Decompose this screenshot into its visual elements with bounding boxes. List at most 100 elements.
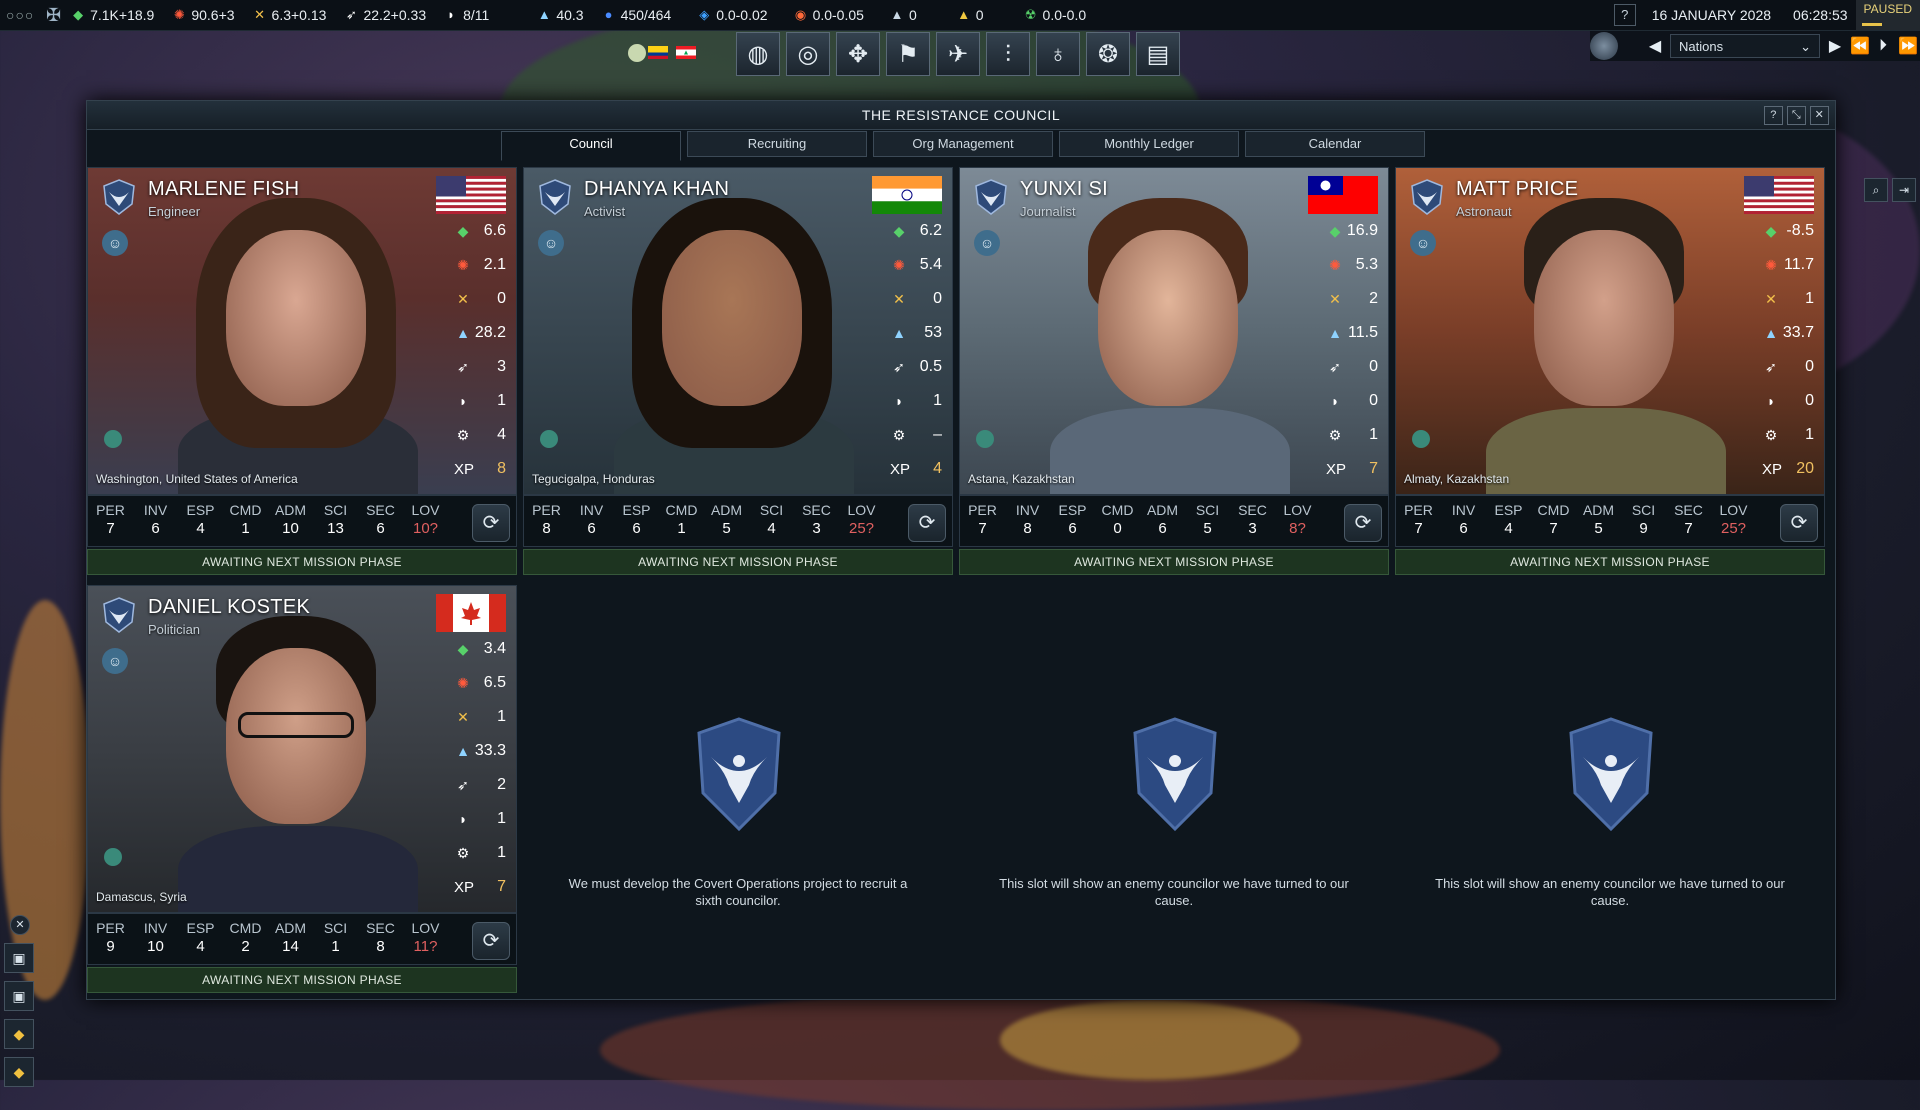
- attribute-adm[interactable]: ADM 10: [268, 496, 313, 546]
- fleet-icon[interactable]: ✈: [936, 32, 980, 76]
- resource-mission-control[interactable]: ◗ 8/11: [444, 7, 489, 23]
- councilor-card[interactable]: MARLENE FISH Engineer ☺ ◆ 6.6 ✺ 2.1 ✕ 0 ▲ 28.2 ➶…: [87, 167, 517, 575]
- councilor-portrait[interactable]: MATT PRICE Astronaut ☺ ◆ -8.5 ✺ 11.7 ✕ 1 ▲ 33.7…: [1395, 167, 1825, 495]
- assign-mission-button[interactable]: ⟳: [908, 504, 946, 542]
- councilor-card[interactable]: DHANYA KHAN Activist ☺ ◆ 6.2 ✺ 5.4 ✕ 0 ▲ 53 ➶ 0.5…: [523, 167, 953, 575]
- councilor-portrait[interactable]: YUNXI SI Journalist ☺ ◆ 16.9 ✺ 5.3 ✕ 2 ▲ 11.5 ➶ 0…: [959, 167, 1389, 495]
- assign-mission-button[interactable]: ⟳: [1344, 504, 1382, 542]
- attribute-sec[interactable]: SEC 7: [1666, 496, 1711, 546]
- close-notification-icon[interactable]: ✕: [10, 915, 30, 935]
- globe-view-icon[interactable]: [1590, 32, 1618, 60]
- attribute-inv[interactable]: INV 6: [1441, 496, 1486, 546]
- tab-calendar[interactable]: Calendar: [1245, 131, 1425, 157]
- attribute-esp[interactable]: ESP 6: [1050, 496, 1095, 546]
- globe-icon[interactable]: ◍: [736, 32, 780, 76]
- attribute-per[interactable]: PER 7: [960, 496, 1005, 546]
- alert-icon[interactable]: ◆: [4, 1057, 34, 1087]
- attribute-sci[interactable]: SCI 13: [313, 496, 358, 546]
- attribute-lov[interactable]: LOV 10?: [403, 496, 448, 546]
- prev-nation-arrow-icon[interactable]: ◀: [1646, 36, 1664, 56]
- attribute-sci[interactable]: SCI 9: [1621, 496, 1666, 546]
- help-button[interactable]: ?: [1613, 4, 1636, 26]
- idea-icon[interactable]: ♁: [1036, 32, 1080, 76]
- attribute-inv[interactable]: INV 8: [1005, 496, 1050, 546]
- councilor-card[interactable]: YUNXI SI Journalist ☺ ◆ 16.9 ✺ 5.3 ✕ 2 ▲ 11.5 ➶ 0…: [959, 167, 1389, 575]
- resource-volatiles[interactable]: ◉ 0.0-0.05: [794, 7, 864, 23]
- resource-fissiles[interactable]: ☢ 0.0-0.0: [1024, 7, 1086, 23]
- assign-mission-button[interactable]: ⟳: [1780, 504, 1818, 542]
- window-close-button[interactable]: ✕: [1810, 106, 1829, 125]
- search-icon[interactable]: ⌕: [1864, 178, 1888, 202]
- attribute-adm[interactable]: ADM 6: [1140, 496, 1185, 546]
- attribute-esp[interactable]: ESP 4: [1486, 496, 1531, 546]
- attribute-per[interactable]: PER 8: [524, 496, 569, 546]
- resource-research[interactable]: ▲ 40.3: [537, 7, 584, 23]
- flag-lebanon-icon[interactable]: [676, 46, 696, 59]
- tab-council[interactable]: Council: [501, 131, 681, 161]
- attribute-cmd[interactable]: CMD 0: [1095, 496, 1140, 546]
- attribute-sec[interactable]: SEC 6: [358, 496, 403, 546]
- councilor-portrait[interactable]: DANIEL KOSTEK Politician ☺ ◆ 3.4 ✺ 6.5 ✕ 1 ▲ 33…: [87, 585, 517, 913]
- councilor-portrait[interactable]: MARLENE FISH Engineer ☺ ◆ 6.6 ✺ 2.1 ✕ 0 ▲ 28.2 ➶…: [87, 167, 517, 495]
- org-slot-icon[interactable]: ☺: [1410, 230, 1436, 256]
- councilor-card[interactable]: MATT PRICE Astronaut ☺ ◆ -8.5 ✺ 11.7 ✕ 1 ▲ 33.7…: [1395, 167, 1825, 575]
- attribute-per[interactable]: PER 7: [88, 496, 133, 546]
- alert-icon[interactable]: ◆: [4, 1019, 34, 1049]
- attribute-sci[interactable]: SCI 4: [749, 496, 794, 546]
- news-icon[interactable]: ▤: [1136, 32, 1180, 76]
- org-slot-icon[interactable]: ☺: [102, 230, 128, 256]
- pause-indicator[interactable]: PAUSED: [1855, 0, 1920, 30]
- resource-ops[interactable]: ✺ 90.6+3: [172, 7, 235, 23]
- resource-influence[interactable]: ◆ 7.1K+18.9: [71, 7, 154, 23]
- attribute-cmd[interactable]: CMD 1: [223, 496, 268, 546]
- attribute-cmd[interactable]: CMD 2: [223, 914, 268, 964]
- attribute-sci[interactable]: SCI 1: [313, 914, 358, 964]
- attribute-adm[interactable]: ADM 5: [1576, 496, 1621, 546]
- attribute-cmd[interactable]: CMD 7: [1531, 496, 1576, 546]
- tab-recruiting[interactable]: Recruiting: [687, 131, 867, 157]
- save-icon[interactable]: ▣: [4, 943, 34, 973]
- nations-dropdown[interactable]: Nations ⌄: [1670, 34, 1820, 58]
- next-nation-arrow-icon[interactable]: ▶: [1826, 36, 1844, 56]
- window-help-button[interactable]: ?: [1764, 106, 1783, 125]
- attribute-per[interactable]: PER 9: [88, 914, 133, 964]
- assign-mission-button[interactable]: ⟳: [472, 922, 510, 960]
- window-minimize-button[interactable]: ⤡: [1787, 106, 1806, 125]
- resource-metals[interactable]: ▲ 0: [890, 7, 917, 23]
- attribute-adm[interactable]: ADM 14: [268, 914, 313, 964]
- flag-colombia-icon[interactable]: [648, 46, 668, 59]
- resource-rocket[interactable]: ➶ 22.2+0.33: [344, 7, 426, 23]
- research-tree-icon[interactable]: ⫶: [986, 32, 1030, 76]
- attribute-sec[interactable]: SEC 3: [1230, 496, 1275, 546]
- attribute-lov[interactable]: LOV 25?: [839, 496, 884, 546]
- org-slot-icon[interactable]: ☺: [102, 648, 128, 674]
- brain-icon[interactable]: ❂: [1086, 32, 1130, 76]
- attribute-adm[interactable]: ADM 5: [704, 496, 749, 546]
- flag-icon[interactable]: ⚑: [886, 32, 930, 76]
- attribute-cmd[interactable]: CMD 1: [659, 496, 704, 546]
- org-icon[interactable]: ✥: [836, 32, 880, 76]
- tab-monthly-ledger[interactable]: Monthly Ledger: [1059, 131, 1239, 157]
- attribute-sci[interactable]: SCI 5: [1185, 496, 1230, 546]
- faction-emblem-icon[interactable]: ✠: [46, 5, 61, 26]
- attribute-sec[interactable]: SEC 3: [794, 496, 839, 546]
- org-slot-icon[interactable]: ☺: [974, 230, 1000, 256]
- attribute-esp[interactable]: ESP 4: [178, 914, 223, 964]
- attribute-lov[interactable]: LOV 11?: [403, 914, 448, 964]
- resource-boost[interactable]: ✕ 6.3+0.13: [253, 7, 326, 23]
- attribute-esp[interactable]: ESP 4: [178, 496, 223, 546]
- attribute-esp[interactable]: ESP 6: [614, 496, 659, 546]
- target-icon[interactable]: ◎: [786, 32, 830, 76]
- bulb-icon[interactable]: [628, 44, 646, 62]
- attribute-lov[interactable]: LOV 8?: [1275, 496, 1320, 546]
- org-slot-icon[interactable]: ☺: [538, 230, 564, 256]
- assign-mission-button[interactable]: ⟳: [472, 504, 510, 542]
- rewind-icon[interactable]: ⏪: [1850, 36, 1870, 56]
- play-icon[interactable]: ⏵: [1874, 37, 1892, 55]
- attribute-inv[interactable]: INV 10: [133, 914, 178, 964]
- menu-dots-icon[interactable]: ○○○: [6, 7, 46, 23]
- attribute-inv[interactable]: INV 6: [569, 496, 614, 546]
- resource-water[interactable]: ◈ 0.0-0.02: [697, 7, 767, 23]
- attribute-inv[interactable]: INV 6: [133, 496, 178, 546]
- councilor-portrait[interactable]: DHANYA KHAN Activist ☺ ◆ 6.2 ✺ 5.4 ✕ 0 ▲ 53 ➶ 0.5…: [523, 167, 953, 495]
